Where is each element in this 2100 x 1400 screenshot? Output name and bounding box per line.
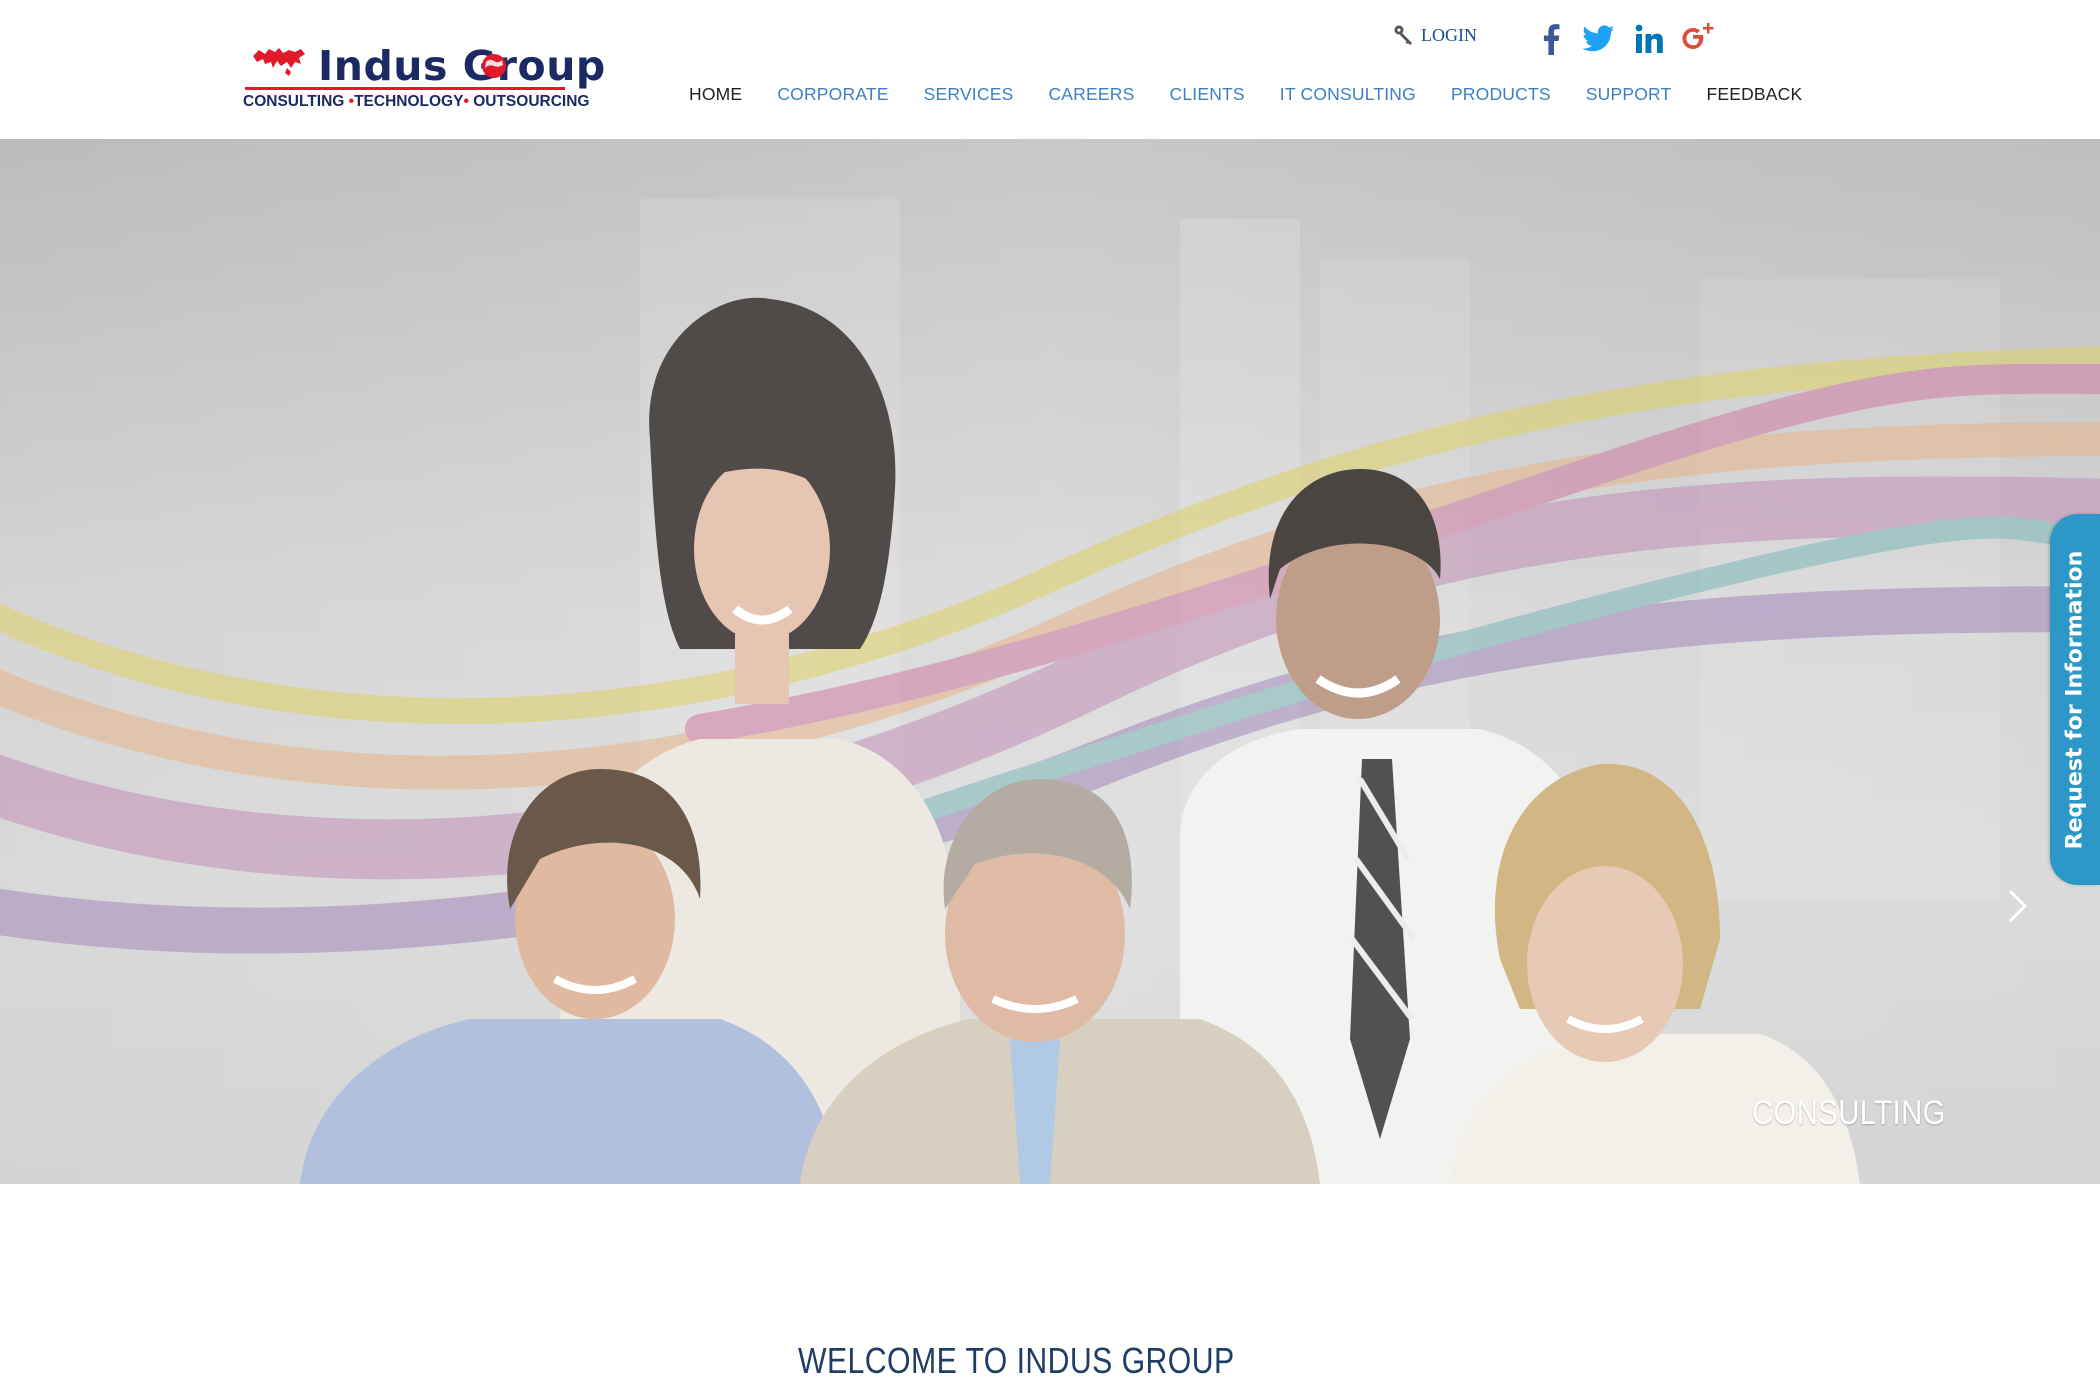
request-info-tab[interactable]: Request for Information <box>2050 514 2100 885</box>
key-icon <box>1394 25 1412 45</box>
nav-home[interactable]: HOME <box>689 84 742 105</box>
tagline-bullet: • <box>463 93 469 110</box>
nav-clients[interactable]: CLIENTS <box>1169 84 1244 105</box>
tagline-consulting: CONSULTING <box>243 93 345 110</box>
nav-services[interactable]: SERVICES <box>924 84 1014 105</box>
nav-corporate[interactable]: CORPORATE <box>777 84 888 105</box>
google-plus-icon <box>1682 23 1714 49</box>
hero-image <box>0 139 2100 1184</box>
logo-wordmark: Indus Group <box>318 42 606 90</box>
tagline-technology: TECHNOLOGY <box>354 93 464 110</box>
login-link[interactable]: LOGIN <box>1393 24 1477 46</box>
logo-tagline: CONSULTING •TECHNOLOGY• OUTSOURCING <box>243 93 589 111</box>
logo-underline <box>245 87 565 90</box>
twitter-icon <box>1583 25 1614 52</box>
welcome-heading: WELCOME TO INDUS GROUP <box>798 1340 1235 1381</box>
linkedin-link[interactable] <box>1630 18 1668 60</box>
google-plus-link[interactable] <box>1679 18 1717 60</box>
twitter-link[interactable] <box>1580 18 1618 60</box>
world-map-icon <box>253 48 305 76</box>
facebook-link[interactable] <box>1532 18 1570 60</box>
facebook-icon <box>1543 24 1560 55</box>
globe-icon <box>482 54 506 78</box>
slide-caption: CONSULTING <box>1752 1094 1946 1132</box>
brand-name: Indus Group <box>318 42 606 90</box>
linkedin-icon <box>1635 24 1663 53</box>
site-header: Indus Group CONSULTING •TECHNOLOGY• OUTS… <box>0 0 2100 139</box>
nav-careers[interactable]: CAREERS <box>1048 84 1134 105</box>
chevron-right-icon <box>2009 890 2027 922</box>
nav-it-consulting[interactable]: IT CONSULTING <box>1280 84 1416 105</box>
slider-next-button[interactable] <box>2003 884 2033 928</box>
nav-products[interactable]: PRODUCTS <box>1451 84 1551 105</box>
hero-slider: CONSULTING <box>0 139 2100 1184</box>
main-nav: HOME CORPORATE SERVICES CAREERS CLIENTS … <box>689 84 1837 105</box>
login-label: LOGIN <box>1421 24 1477 45</box>
nav-feedback[interactable]: FEEDBACK <box>1706 84 1802 105</box>
indus-group-logo[interactable]: Indus Group CONSULTING •TECHNOLOGY• OUTS… <box>243 40 605 116</box>
tagline-outsourcing: OUTSOURCING <box>473 93 590 110</box>
nav-support[interactable]: SUPPORT <box>1586 84 1672 105</box>
request-info-label: Request for Information <box>2062 550 2088 849</box>
